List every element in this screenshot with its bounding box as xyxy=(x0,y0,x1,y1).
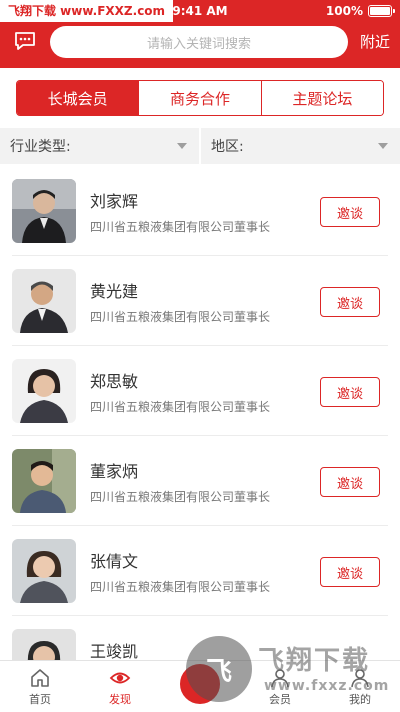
avatar xyxy=(12,359,76,423)
category-tabs: 长城会员 商务合作 主题论坛 xyxy=(16,80,384,116)
member-name: 王竣凯 xyxy=(90,642,139,660)
tab-business-cooperation[interactable]: 商务合作 xyxy=(138,81,261,115)
watermark-url: www.fxxz.com xyxy=(264,678,390,694)
nav-home-label: 首页 xyxy=(29,693,51,706)
member-name: 刘家辉 xyxy=(90,192,139,211)
avatar xyxy=(12,449,76,513)
avatar xyxy=(12,629,76,660)
list-item[interactable]: 郑思敏 四川省五粮液集团有限公司董事长 邀谈 xyxy=(12,346,388,436)
nav-discover[interactable]: 发现 xyxy=(80,661,160,712)
battery-percent: 100% xyxy=(325,4,363,18)
eye-icon xyxy=(109,672,131,684)
message-icon[interactable] xyxy=(14,30,36,52)
chevron-down-icon xyxy=(378,143,388,149)
tab-theme-forum[interactable]: 主题论坛 xyxy=(260,81,383,115)
invite-button[interactable]: 邀谈 xyxy=(320,197,380,227)
list-item[interactable]: 黄光建 四川省五粮液集团有限公司董事长 邀谈 xyxy=(12,256,388,346)
member-company: 四川省五粮液集团有限公司董事长 xyxy=(90,400,271,414)
filter-bar: 行业类型: 地区: xyxy=(0,128,400,164)
member-company: 四川省五粮液集团有限公司董事长 xyxy=(90,310,271,324)
invite-button[interactable]: 邀谈 xyxy=(320,287,380,317)
list-item[interactable]: 刘家辉 四川省五粮液集团有限公司董事长 邀谈 xyxy=(12,166,388,256)
avatar xyxy=(12,539,76,603)
member-company: 四川省五粮液集团有限公司董事长 xyxy=(90,580,271,594)
region-filter[interactable]: 地区: xyxy=(199,128,400,164)
avatar xyxy=(12,179,76,243)
tab-great-wall-members[interactable]: 长城会员 xyxy=(17,81,139,115)
region-filter-label: 地区: xyxy=(211,139,244,155)
member-name: 黄光建 xyxy=(90,282,139,301)
list-item[interactable]: 张倩文 四川省五粮液集团有限公司董事长 邀谈 xyxy=(12,526,388,616)
watermark-text: 飞翔下载 xyxy=(258,646,371,676)
watermark-top: 飞翔下载 www.FXXZ.com xyxy=(0,0,174,22)
status-bar: 9:41 AM 飞翔下载 www.FXXZ.com 100% xyxy=(0,0,400,22)
industry-filter-label: 行业类型: xyxy=(10,139,71,155)
list-item[interactable]: 董家炳 四川省五粮液集团有限公司董事长 邀谈 xyxy=(12,436,388,526)
invite-button[interactable]: 邀谈 xyxy=(320,377,380,407)
search-placeholder: 请输入关键词搜索 xyxy=(146,36,251,52)
top-header: 请输入关键词搜索 附近 xyxy=(0,22,400,68)
battery-indicator: 100% xyxy=(325,4,395,18)
member-name: 郑思敏 xyxy=(90,372,139,391)
member-list: 刘家辉 四川省五粮液集团有限公司董事长 邀谈 黄光建 四川省五粮液集团有限公司董… xyxy=(0,166,400,660)
nav-home[interactable]: 首页 xyxy=(0,661,80,712)
avatar xyxy=(12,269,76,333)
battery-icon xyxy=(368,5,395,17)
watermark-overlay: 飞 飞翔下载 www.fxxz.com xyxy=(180,632,400,712)
invite-button[interactable]: 邀谈 xyxy=(320,557,380,587)
search-input[interactable]: 请输入关键词搜索 xyxy=(50,26,348,58)
member-company: 四川省五粮液集团有限公司董事长 xyxy=(90,220,271,234)
watermark-logo: 飞 xyxy=(186,636,252,702)
invite-button[interactable]: 邀谈 xyxy=(320,467,380,497)
industry-filter[interactable]: 行业类型: xyxy=(0,128,199,164)
nearby-button[interactable]: 附近 xyxy=(360,31,390,52)
member-company: 四川省五粮液集团有限公司董事长 xyxy=(90,490,271,504)
nav-discover-label: 发现 xyxy=(109,693,131,706)
home-icon xyxy=(31,669,49,687)
member-name: 张倩文 xyxy=(90,552,139,571)
member-name: 董家炳 xyxy=(90,462,139,481)
chevron-down-icon xyxy=(177,143,187,149)
